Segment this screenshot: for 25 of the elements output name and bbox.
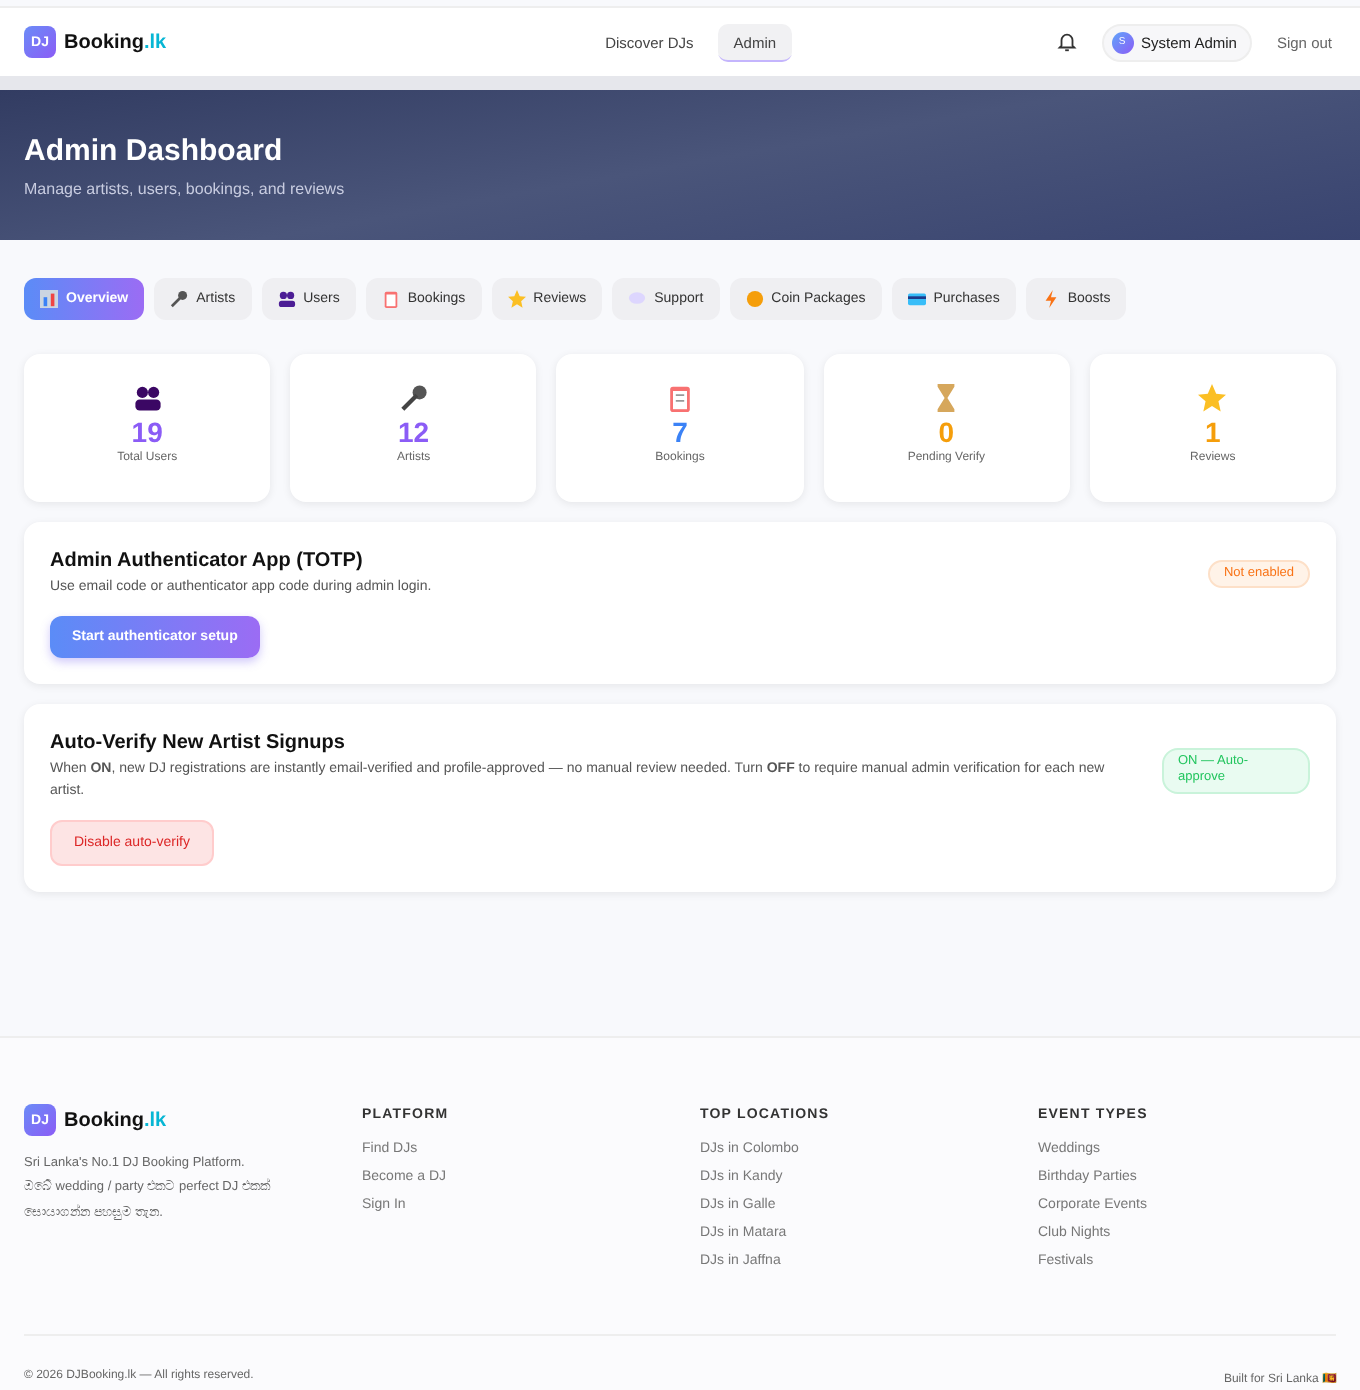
logo-text[interactable]: Booking.lk [64, 1109, 167, 1131]
card-title: Admin Authenticator App (TOTP) [50, 550, 365, 572]
users-icon [133, 384, 162, 412]
clipboard-icon [665, 384, 694, 412]
page-subtitle: Manage artists, users, bookings, and reviews [24, 180, 347, 198]
users-icon [277, 290, 296, 308]
star-icon [1198, 384, 1227, 412]
card-title: Auto-Verify New Artist Signups [50, 731, 347, 754]
coin-icon [745, 290, 764, 308]
page-title: Admin Dashboard [24, 134, 285, 168]
lightning-icon [1041, 290, 1060, 308]
stat-value: 19 [131, 416, 163, 448]
stat-value: 0 [938, 416, 955, 448]
logo-text[interactable]: Booking.lk [64, 31, 167, 53]
microphone-icon [170, 290, 189, 308]
stat-value: 12 [398, 416, 430, 448]
bell-icon[interactable] [1055, 30, 1078, 54]
stat-value: 7 [672, 416, 688, 448]
clipboard-icon [381, 290, 400, 308]
microphone-icon [399, 384, 428, 412]
speech-bubble-icon [628, 290, 647, 308]
star-icon [507, 290, 526, 308]
stat-value: 1 [1204, 416, 1221, 448]
chart-icon [40, 290, 58, 308]
credit-card-icon [907, 290, 926, 308]
